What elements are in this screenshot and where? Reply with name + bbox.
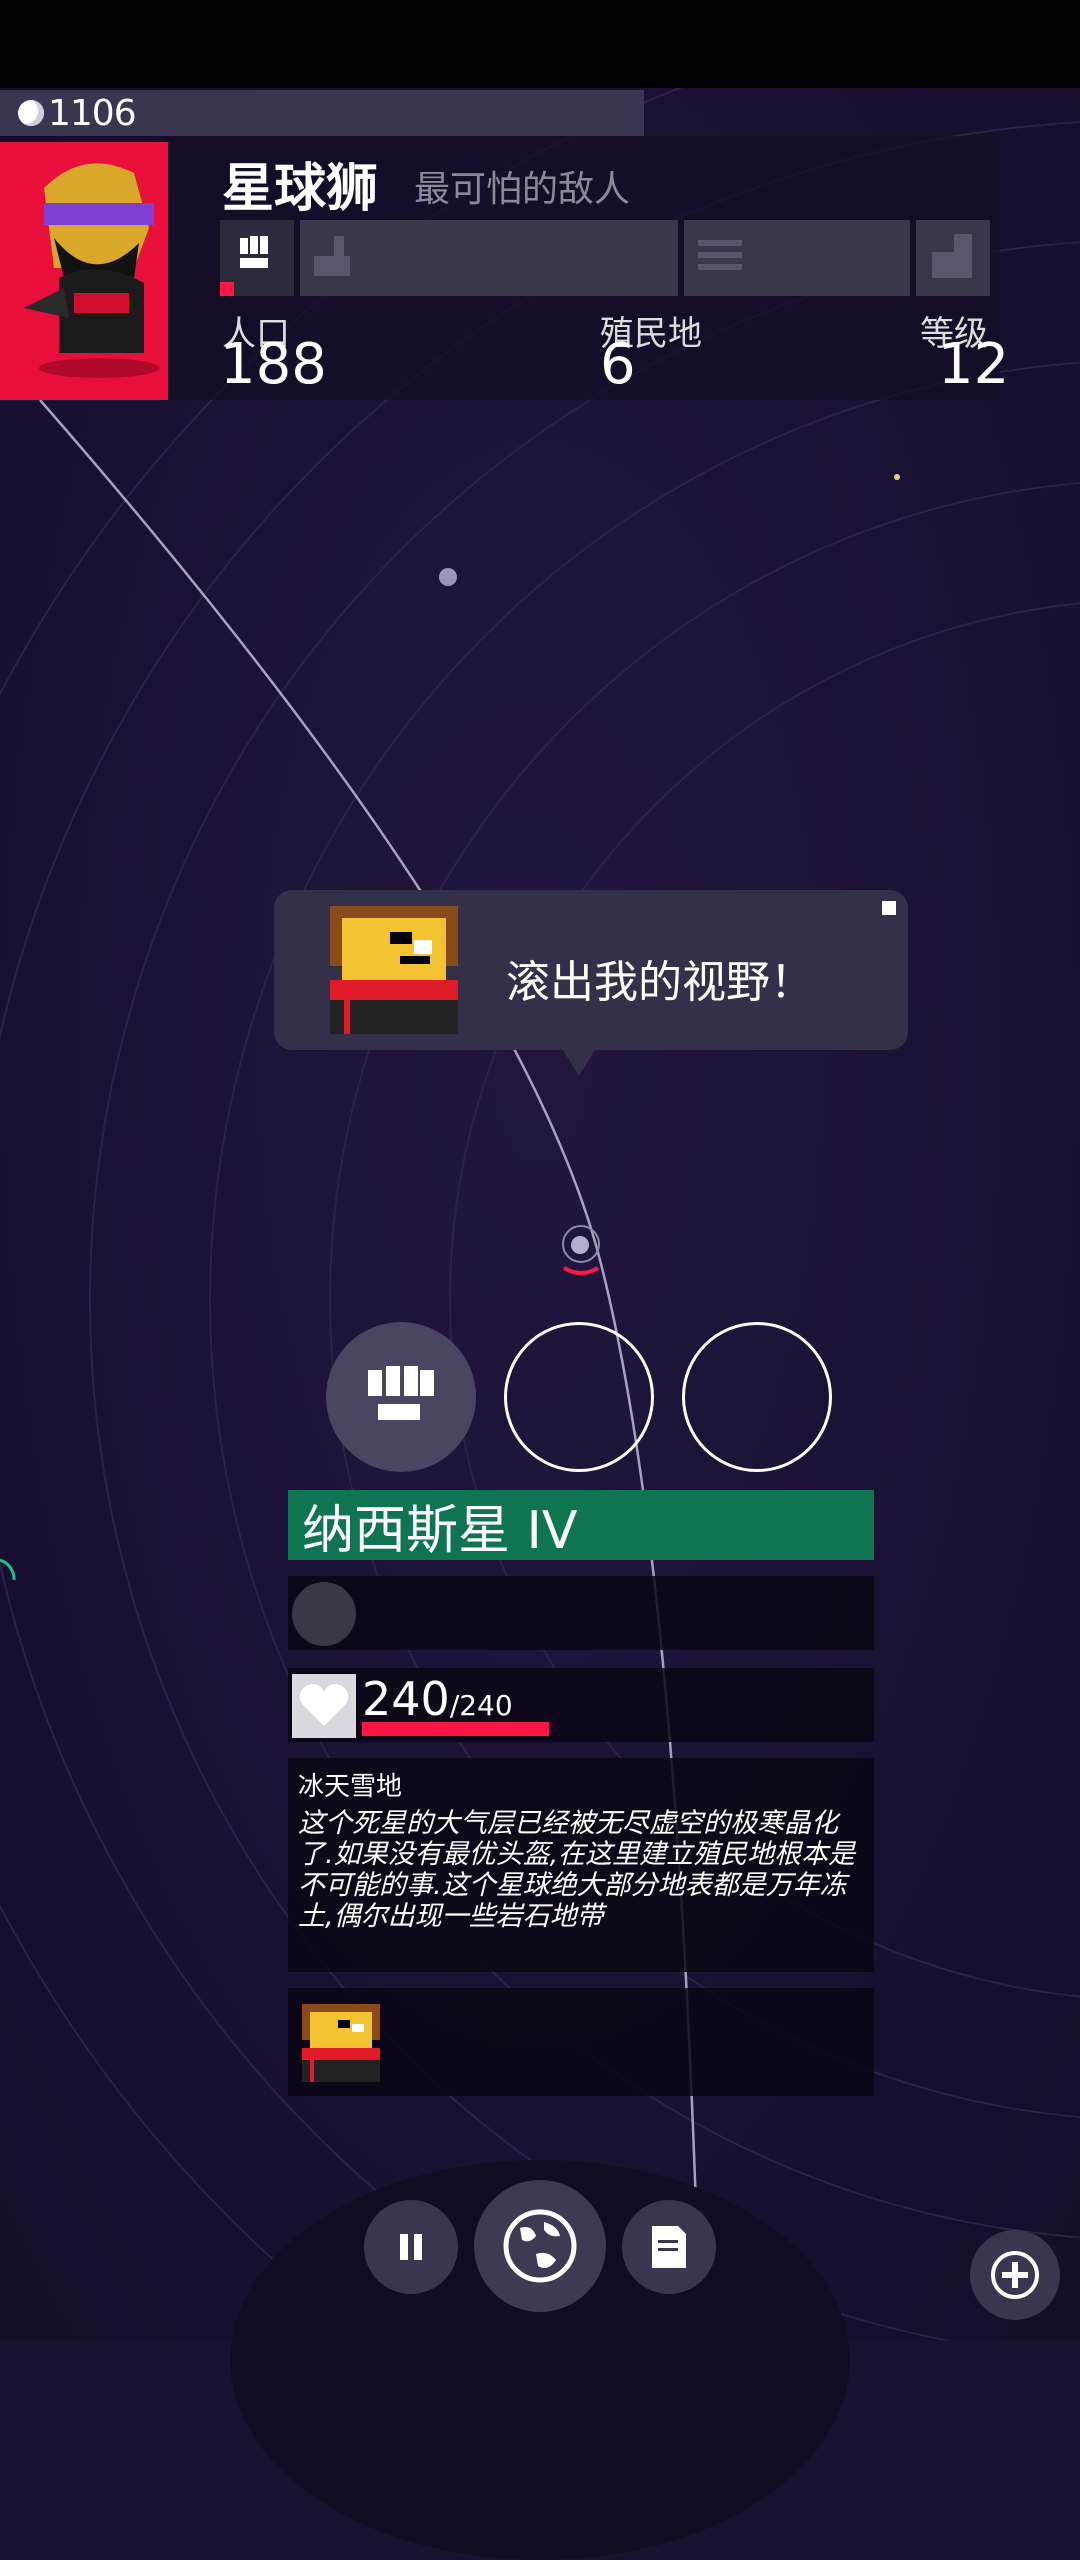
coin-icon <box>18 100 44 126</box>
notes-button[interactable] <box>622 2200 716 2294</box>
planet-name: 纳西斯星 IV <box>302 1500 578 1561</box>
enemy-portrait[interactable] <box>14 148 179 378</box>
tech-slot-building[interactable] <box>916 220 990 296</box>
planet-resident-panel <box>288 1988 874 2096</box>
planet-owner-panel <box>288 1576 874 1650</box>
pause-icon <box>400 2234 422 2260</box>
zoom-in-icon <box>991 2251 1039 2299</box>
planet-title-bar: 纳西斯星 IV <box>288 1490 874 1561</box>
currency-bar: 1106 <box>0 90 644 136</box>
empty-action-slot[interactable] <box>504 1322 654 1472</box>
population-value: 188 <box>220 332 327 397</box>
planet-description-panel: 冰天雪地 这个死星的大气层已经被无尽虚空的极寒晶化了.如果没有最优头盔,在这里建… <box>288 1758 874 1972</box>
engine-icon <box>698 240 742 270</box>
planet-hp-current: 240 <box>362 1672 450 1726</box>
planet-hp-value: 240/240 <box>362 1672 513 1726</box>
currency-value: 1106 <box>48 92 137 134</box>
factory-icon <box>314 236 350 276</box>
planet-hp-panel: 240/240 <box>288 1668 874 1742</box>
tech-slot-engine[interactable] <box>684 220 910 296</box>
enemy-name: 星球狮 <box>222 159 379 219</box>
terrain-title: 冰天雪地 <box>298 1772 403 1802</box>
terrain-description: 这个死星的大气层已经被无尽虚空的极寒晶化了.如果没有最优头盔,在这里建立殖民地根… <box>298 1808 856 1932</box>
globe-icon <box>503 2209 577 2283</box>
heart-icon <box>299 1684 349 1726</box>
enemy-title: 最可怕的敌人 <box>414 169 631 210</box>
notes-icon <box>652 2226 686 2268</box>
heart-icon-box <box>292 1674 356 1738</box>
empty-action-slot[interactable] <box>682 1322 832 1472</box>
fist-icon <box>368 1366 434 1420</box>
skull-icon <box>292 1582 356 1646</box>
planet-hp-max: /240 <box>449 1689 513 1722</box>
fist-icon <box>240 236 268 268</box>
building-icon <box>932 234 972 278</box>
selected-indicator <box>220 282 234 296</box>
enemy-target-marker[interactable] <box>556 1222 606 1278</box>
zoom-button[interactable] <box>970 2230 1060 2320</box>
attack-action-button[interactable] <box>326 1322 476 1472</box>
status-bar <box>0 0 1080 88</box>
tech-slot-industry[interactable] <box>300 220 678 296</box>
colonies-value: 6 <box>600 332 636 397</box>
pause-button[interactable] <box>364 2200 458 2294</box>
close-icon[interactable] <box>882 901 896 915</box>
resident-avatar[interactable] <box>302 2004 380 2082</box>
enemy-avatar <box>330 906 458 1034</box>
level-value: 12 <box>938 332 1010 397</box>
speech-bubble-tail <box>563 1050 595 1076</box>
planet-hp-bar <box>362 1722 549 1736</box>
galaxy-map-button[interactable] <box>474 2180 606 2312</box>
speech-text: 滚出我的视野！ <box>506 957 814 1008</box>
